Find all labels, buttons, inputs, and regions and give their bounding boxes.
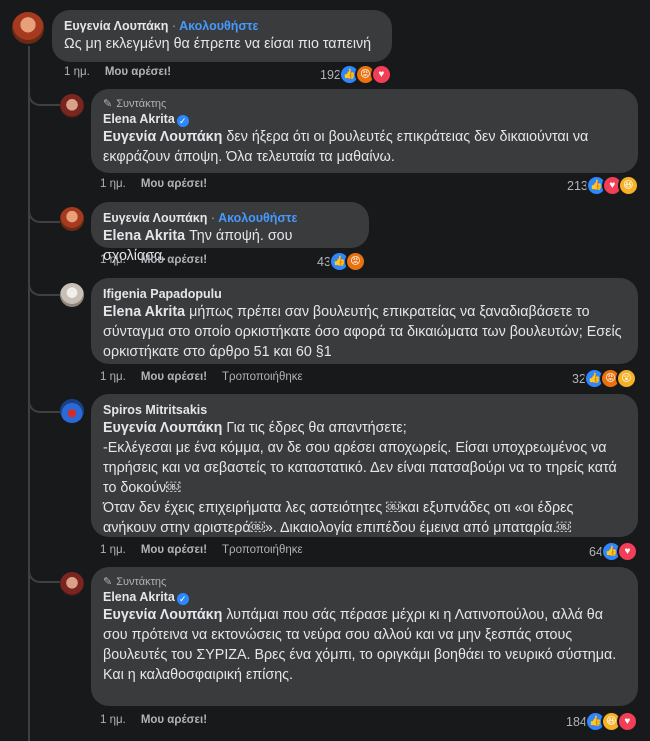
thread-branch [28,90,60,106]
timestamp[interactable]: 1 ημ. [100,178,126,190]
like-button[interactable]: Μου αρέσει! [141,714,207,726]
mention[interactable]: Ευγενία Λουπάκη [103,129,222,145]
comment-text: Για τις έδρες θα απαντήσετε; -Εκλέγεσαι … [103,420,617,536]
thread-branch [28,207,60,223]
verified-badge-icon: ✓ [176,593,189,605]
author-name[interactable]: Spiros Mitritsakis [103,403,207,417]
comment-bubble: ✎ Συντάκτης Elena Akrita ✓ Ευγενία Λουπάκη… [91,89,638,173]
author-name[interactable]: Elena Akrita [103,112,175,126]
thread-branch [28,280,60,296]
angry-reaction-icon: 😡 [344,251,366,272]
author-name[interactable]: Elena Akrita [103,590,175,604]
love-reaction-icon: ♥ [370,64,392,85]
avatar[interactable] [60,572,84,596]
avatar[interactable] [60,94,84,118]
author-role: Συντάκτης [116,98,167,110]
timestamp[interactable]: 1 ημ. [100,371,126,383]
like-button[interactable]: Μου αρέσει! [141,178,207,190]
comment-bubble: Ευγενία Λουπάκη · Ακολουθήστε Elena Akri… [91,202,369,264]
pencil-icon: ✎ [103,576,113,588]
reactions[interactable]: 32 👍 😡 😮 [572,368,637,389]
comment-bubble: Ευγενία Λουπάκη · Ακολουθήστε Ως μη εκλε… [52,10,392,62]
reactions[interactable]: 184 👍 😆 ♥ [566,711,638,732]
mention[interactable]: Ευγενία Λουπάκη [103,607,222,623]
follow-link[interactable]: Ακολουθήστε [218,211,297,225]
comment-actions: 1 ημ. Μου αρέσει! [100,714,207,726]
avatar[interactable] [12,12,44,44]
thread-branch [28,397,60,413]
thread-branch [28,567,60,583]
pencil-icon: ✎ [103,98,113,110]
love-reaction-icon: ♥ [616,711,638,732]
reactions[interactable]: 64 👍 ♥ [589,541,638,562]
mention[interactable]: Elena Akrita [103,304,185,320]
reactions[interactable]: 43 👍 😡 [317,251,366,272]
reaction-count: 192 [320,67,341,82]
timestamp[interactable]: 1 ημ. [64,66,90,78]
reactions[interactable]: 213 👍 ♥ 😆 [567,175,639,196]
author-name[interactable]: Ευγενία Λουπάκη [103,211,207,225]
author-name[interactable]: Ifigenia Papadopulu [103,287,222,301]
like-button[interactable]: Μου αρέσει! [141,254,207,266]
like-button[interactable]: Μου αρέσει! [105,66,171,78]
reaction-count: 184 [566,714,587,729]
wow-reaction-icon: 😮 [615,368,637,389]
thread-line [28,46,30,741]
timestamp[interactable]: 1 ημ. [100,544,126,556]
avatar[interactable] [60,399,84,423]
follow-link[interactable]: Ακολουθήστε [179,19,258,33]
comment-bubble: Ifigenia Papadopulu Elena Akrita μήπως π… [91,278,638,364]
comment-actions: 1 ημ. Μου αρέσει! Τροποποιήθηκε [100,544,303,556]
comment-text: Ως μη εκλεγμένη θα έπρεπε να είσαι πιο τ… [64,36,372,52]
comment-bubble: Spiros Mitritsakis Ευγενία Λουπάκη Για τ… [91,394,638,537]
comment-actions: 1 ημ. Μου αρέσει! [100,178,207,190]
edited-label: Τροποποιήθηκε [222,371,303,383]
comment-actions: 1 ημ. Μου αρέσει! [64,66,171,78]
haha-reaction-icon: 😆 [617,175,639,196]
reactions[interactable]: 192 👍 😡 ♥ [320,64,392,85]
like-button[interactable]: Μου αρέσει! [141,544,207,556]
like-button[interactable]: Μου αρέσει! [141,371,207,383]
avatar[interactable] [60,207,84,231]
author-role: Συντάκτης [116,576,167,588]
mention[interactable]: Elena Akrita [103,228,185,244]
verified-badge-icon: ✓ [176,115,189,127]
author-name[interactable]: Ευγενία Λουπάκη [64,19,168,33]
edited-label: Τροποποιήθηκε [222,544,303,556]
reaction-count: 213 [567,178,588,193]
timestamp[interactable]: 1 ημ. [100,254,126,266]
comment-actions: 1 ημ. Μου αρέσει! Τροποποιήθηκε [100,371,303,383]
mention[interactable]: Ευγενία Λουπάκη [103,420,222,436]
comment-bubble: ✎ Συντάκτης Elena Akrita ✓ Ευγενία Λουπάκη… [91,567,638,706]
timestamp[interactable]: 1 ημ. [100,714,126,726]
avatar[interactable] [60,283,84,307]
comment-actions: 1 ημ. Μου αρέσει! [100,254,207,266]
love-reaction-icon: ♥ [616,541,638,562]
